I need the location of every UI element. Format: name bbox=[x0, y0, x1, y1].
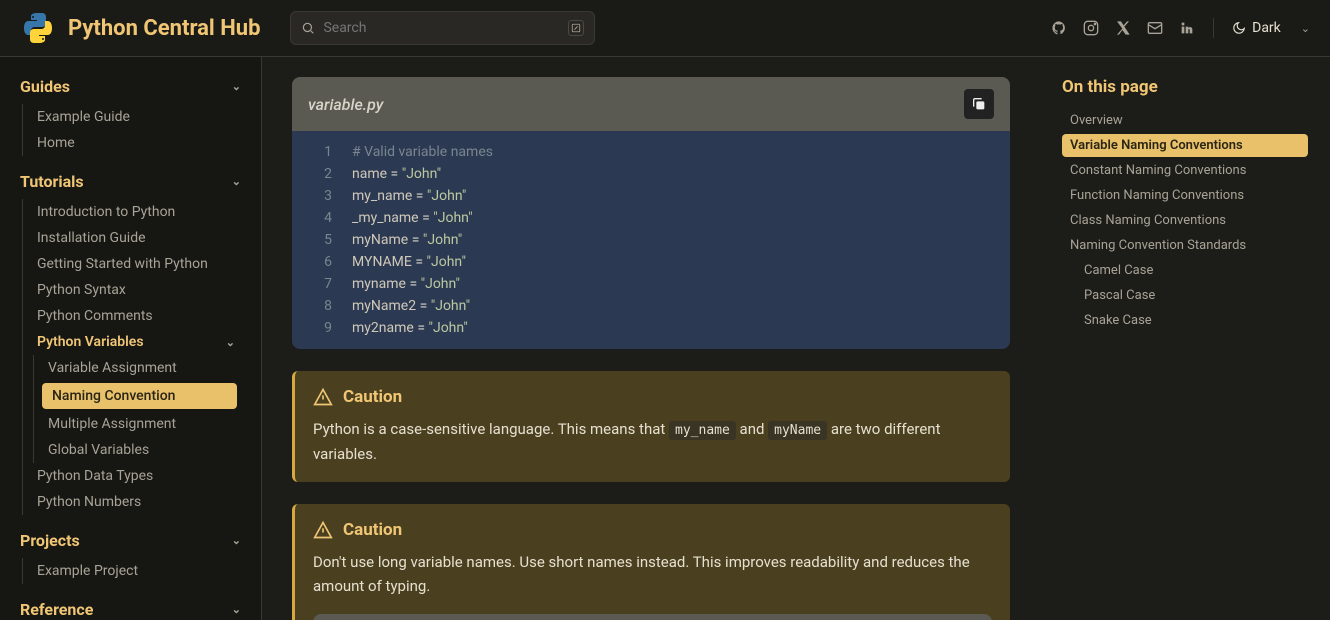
nav-item-active[interactable]: Naming Convention bbox=[42, 383, 237, 409]
nav-item[interactable]: Variable Assignment bbox=[34, 355, 241, 381]
python-logo-icon bbox=[20, 10, 56, 46]
toc-item[interactable]: Snake Case bbox=[1062, 309, 1308, 332]
nav-item[interactable]: Python Comments bbox=[23, 303, 241, 329]
chevron-down-icon: ⌄ bbox=[232, 603, 241, 616]
nav-section-projects: Projects ⌄ Example Project bbox=[20, 531, 241, 584]
social-icons bbox=[1051, 20, 1195, 36]
nav-section-tutorials: Tutorials ⌄ Introduction to Python Insta… bbox=[20, 172, 241, 515]
nav-heading-tutorials[interactable]: Tutorials ⌄ bbox=[20, 172, 241, 191]
caution-callout: Caution Don't use long variable names. U… bbox=[292, 504, 1010, 620]
theme-toggle[interactable]: Dark ⌄ bbox=[1232, 20, 1310, 36]
nav-heading-label: Guides bbox=[20, 77, 70, 96]
toc-item[interactable]: Pascal Case bbox=[1062, 284, 1308, 307]
search-input[interactable] bbox=[323, 20, 560, 36]
nav-item[interactable]: Getting Started with Python bbox=[23, 251, 241, 277]
code-header: variable.py bbox=[292, 77, 1010, 131]
chevron-down-icon: ⌄ bbox=[226, 336, 235, 349]
callout-text: and bbox=[736, 420, 768, 438]
toc-title: On this page bbox=[1062, 77, 1308, 97]
toc-item[interactable]: Camel Case bbox=[1062, 259, 1308, 282]
search-shortcut-icon bbox=[568, 20, 584, 36]
mail-icon[interactable] bbox=[1147, 20, 1163, 36]
nav-item[interactable]: Introduction to Python bbox=[23, 199, 241, 225]
callout-title: Caution bbox=[343, 387, 402, 407]
nav-item[interactable]: Python Numbers bbox=[23, 489, 241, 515]
code-header: variable.py bbox=[313, 614, 992, 620]
header: Python Central Hub Dark ⌄ bbox=[0, 0, 1330, 57]
search-box[interactable] bbox=[290, 11, 595, 45]
nav-section-guides: Guides ⌄ Example Guide Home bbox=[20, 77, 241, 156]
logo[interactable]: Python Central Hub bbox=[20, 10, 260, 46]
callout-body: Don't use long variable names. Use short… bbox=[313, 550, 992, 598]
search-icon bbox=[301, 21, 315, 35]
sidebar: Guides ⌄ Example Guide Home Tutorials ⌄ … bbox=[0, 57, 262, 620]
instagram-icon[interactable] bbox=[1083, 20, 1099, 36]
nav-heading-label: Tutorials bbox=[20, 172, 84, 191]
toc-item[interactable]: Naming Convention Standards bbox=[1062, 234, 1308, 257]
layout: Guides ⌄ Example Guide Home Tutorials ⌄ … bbox=[0, 57, 1330, 620]
table-of-contents: On this page OverviewVariable Naming Con… bbox=[1040, 57, 1330, 620]
copy-button[interactable] bbox=[964, 89, 994, 119]
warning-icon bbox=[313, 387, 333, 407]
site-title: Python Central Hub bbox=[68, 16, 260, 41]
linkedin-icon[interactable] bbox=[1179, 20, 1195, 36]
nav-heading-label: Reference bbox=[20, 600, 93, 619]
inline-code: myName bbox=[768, 421, 827, 440]
toc-item[interactable]: Overview bbox=[1062, 109, 1308, 132]
inline-code: my_name bbox=[669, 421, 736, 440]
nav-item-label: Python Variables bbox=[37, 334, 144, 350]
nav-item-python-variables[interactable]: Python Variables ⌄ bbox=[23, 329, 241, 355]
toc-item[interactable]: Function Naming Conventions bbox=[1062, 184, 1308, 207]
nav-heading-label: Projects bbox=[20, 531, 80, 550]
nav-section-reference: Reference ⌄ bbox=[20, 600, 241, 619]
toc-item[interactable]: Variable Naming Conventions bbox=[1062, 134, 1308, 157]
chevron-down-icon: ⌄ bbox=[232, 534, 241, 547]
chevron-down-icon: ⌄ bbox=[1301, 22, 1310, 35]
nav-heading-reference[interactable]: Reference ⌄ bbox=[20, 600, 241, 619]
x-icon[interactable] bbox=[1115, 20, 1131, 36]
callout-body: Python is a case-sensitive language. Thi… bbox=[313, 417, 992, 466]
nav-heading-projects[interactable]: Projects ⌄ bbox=[20, 531, 241, 550]
callout-text: Python is a case-sensitive language. Thi… bbox=[313, 420, 669, 438]
nav-item[interactable]: Python Data Types bbox=[23, 463, 241, 489]
nav-item[interactable]: Installation Guide bbox=[23, 225, 241, 251]
nav-item[interactable]: Global Variables bbox=[34, 437, 241, 463]
chevron-down-icon: ⌄ bbox=[232, 175, 241, 188]
header-right: Dark ⌄ bbox=[1051, 18, 1310, 38]
toc-item[interactable]: Class Naming Conventions bbox=[1062, 209, 1308, 232]
callout-title: Caution bbox=[343, 520, 402, 540]
main-content: variable.py 1# Valid variable names2name… bbox=[262, 57, 1040, 620]
divider bbox=[1213, 18, 1214, 38]
caution-callout: Caution Python is a case-sensitive langu… bbox=[292, 371, 1010, 482]
nav-item[interactable]: Example Project bbox=[23, 558, 241, 584]
chevron-down-icon: ⌄ bbox=[232, 80, 241, 93]
moon-icon bbox=[1232, 21, 1246, 35]
github-icon[interactable] bbox=[1051, 20, 1067, 36]
nav-heading-guides[interactable]: Guides ⌄ bbox=[20, 77, 241, 96]
nav-item[interactable]: Example Guide bbox=[23, 104, 241, 130]
code-block: variable.py 1# Valid variable names2name… bbox=[292, 77, 1010, 349]
code-body: 1# Valid variable names2name = "John"3my… bbox=[292, 131, 1010, 349]
theme-label: Dark bbox=[1252, 20, 1281, 36]
nav-item[interactable]: Home bbox=[23, 130, 241, 156]
nav-item[interactable]: Multiple Assignment bbox=[34, 411, 241, 437]
warning-icon bbox=[313, 520, 333, 540]
toc-item[interactable]: Constant Naming Conventions bbox=[1062, 159, 1308, 182]
nav-item[interactable]: Python Syntax bbox=[23, 277, 241, 303]
code-block: variable.py bbox=[313, 614, 992, 620]
code-filename: variable.py bbox=[308, 95, 383, 114]
